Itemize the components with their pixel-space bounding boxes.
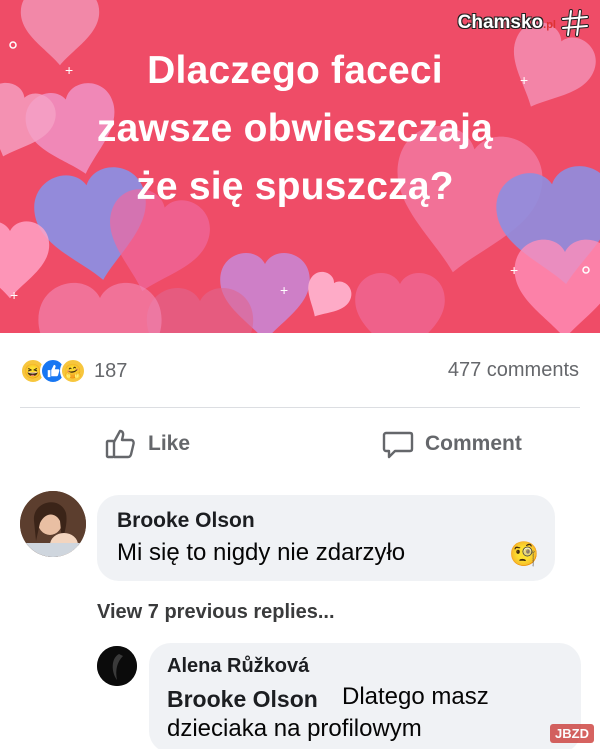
svg-text:+: + — [510, 262, 518, 278]
thumbs-up-icon — [105, 429, 135, 459]
face-with-monocle-icon: 🧐 — [509, 541, 539, 568]
banner-line-1: Dlaczego faceci — [147, 49, 443, 92]
reaction-icons: 😆 🤗 — [20, 358, 86, 384]
jbzd-watermark: JBZD — [550, 724, 594, 743]
divider — [20, 407, 580, 408]
profile-photo-brooke — [20, 491, 86, 557]
comment-author[interactable]: Brooke Olson — [117, 509, 255, 533]
banner-headline: Dlaczego faceci zawsze obwieszczają że s… — [60, 42, 530, 216]
comment-bubble: Brooke Olson Mi się to nigdy nie zdarzył… — [97, 495, 555, 581]
comment-label: Comment — [425, 432, 522, 455]
comments-count-link[interactable]: 477 comments — [448, 359, 579, 382]
post-image-banner: + + + + + Dlaczego faceci zawsze obwiesz… — [0, 0, 600, 333]
comment-icon — [382, 431, 414, 459]
banner-line-2: zawsze obwieszczają — [96, 107, 494, 150]
svg-text:+: + — [10, 287, 18, 303]
watermark-text: Chamsko.pl — [458, 12, 556, 34]
reactions-summary[interactable]: 😆 🤗 187 — [20, 355, 127, 387]
reply-author[interactable]: Alena Růžková — [167, 655, 309, 678]
reaction-count: 187 — [94, 359, 128, 382]
view-previous-replies-link[interactable]: View 7 previous replies... — [97, 601, 335, 624]
reply-text-line-2: dzieciaka na profilowym — [167, 715, 422, 742]
avatar[interactable] — [97, 646, 137, 686]
watermark-suffix: .pl — [543, 19, 556, 31]
hash-icon — [561, 9, 589, 37]
banner-line-3: że się spuszczą? — [136, 165, 454, 208]
care-icon: 🤗 — [60, 358, 86, 384]
like-label: Like — [148, 432, 191, 455]
reply-text-line-1: Dlatego masz — [342, 683, 489, 710]
svg-text:+: + — [280, 282, 288, 298]
avatar[interactable] — [20, 491, 86, 557]
reply-bubble: Alena Růžková Brooke Olson Dlatego masz … — [149, 643, 581, 749]
comment-button[interactable]: Comment — [381, 424, 522, 464]
like-button[interactable]: Like — [104, 424, 190, 464]
reply-mention-tag[interactable]: Brooke Olson — [167, 686, 318, 713]
chamsko-watermark: Chamsko.pl — [458, 8, 590, 38]
comment-text: Mi się to nigdy nie zdarzyło — [117, 539, 406, 566]
profile-photo-alena — [97, 646, 137, 686]
watermark-name: Chamsko — [457, 12, 544, 33]
